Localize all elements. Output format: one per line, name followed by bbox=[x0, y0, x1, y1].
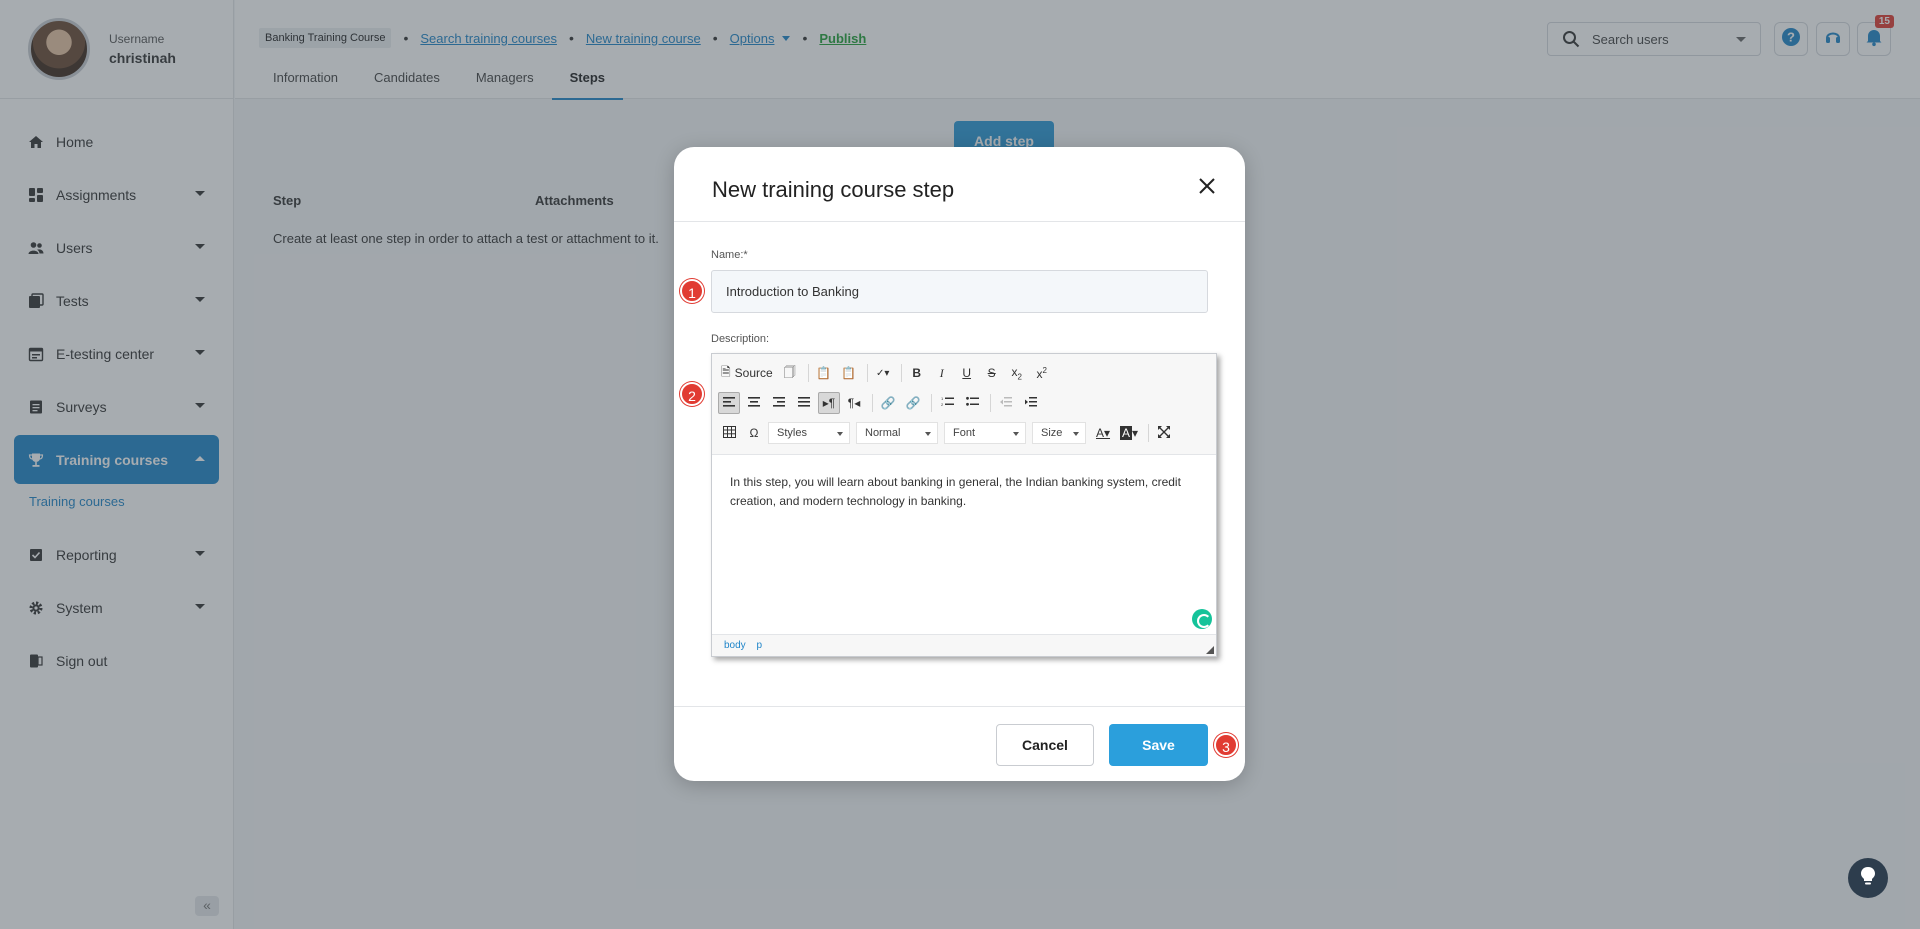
source-button[interactable]: 🗎 Source bbox=[718, 362, 776, 384]
text-color-icon: A▾ bbox=[1095, 426, 1111, 440]
table-icon bbox=[722, 425, 736, 441]
editor-element-path: body p bbox=[712, 634, 1216, 656]
save-button[interactable]: Save bbox=[1109, 724, 1208, 766]
toolbar-separator bbox=[990, 394, 991, 412]
font-select[interactable]: Font bbox=[944, 422, 1026, 444]
cancel-button[interactable]: Cancel bbox=[996, 724, 1094, 766]
align-right-button[interactable] bbox=[768, 392, 790, 414]
size-select[interactable]: Size bbox=[1032, 422, 1086, 444]
step-badge-1: 1 bbox=[680, 279, 704, 303]
styles-select[interactable]: Styles bbox=[768, 422, 850, 444]
divider bbox=[674, 706, 1245, 707]
toolbar-separator bbox=[866, 364, 868, 382]
step-badge-3: 3 bbox=[1214, 733, 1238, 757]
rtl-icon: ¶◂ bbox=[847, 396, 861, 410]
path-body[interactable]: body bbox=[724, 640, 746, 651]
bulleted-list-button[interactable] bbox=[961, 392, 983, 414]
ltr-icon: ▸¶ bbox=[822, 396, 836, 410]
bold-icon: B bbox=[912, 366, 922, 380]
toolbar-row: 🗎 Source 🗍 📋 📋 ✓▾ B I U S x2 x2 bbox=[718, 358, 1210, 388]
svg-text:1: 1 bbox=[941, 396, 944, 401]
clipboard-text-icon: 📋 bbox=[841, 366, 857, 380]
strikethrough-icon: S bbox=[987, 366, 996, 380]
special-char-button[interactable]: Ω bbox=[743, 422, 765, 444]
lightbulb-icon bbox=[1859, 866, 1877, 891]
name-label: Name:* bbox=[711, 249, 748, 261]
underline-button[interactable]: U bbox=[956, 362, 978, 384]
divider bbox=[674, 221, 1245, 222]
bulleted-list-icon bbox=[965, 396, 979, 410]
justify-button[interactable] bbox=[793, 392, 815, 414]
format-select[interactable]: Normal bbox=[856, 422, 938, 444]
superscript-icon: x2 bbox=[1036, 365, 1047, 381]
background-color-button[interactable]: A ▾ bbox=[1117, 422, 1141, 444]
unlink-button[interactable]: 🔗 bbox=[902, 392, 924, 414]
toolbar-row: Ω Styles Normal Font Size A▾ A ▾ bbox=[718, 418, 1210, 448]
close-button[interactable] bbox=[1192, 173, 1222, 203]
subscript-icon: x2 bbox=[1011, 364, 1022, 382]
align-right-icon bbox=[773, 396, 785, 410]
resize-handle[interactable] bbox=[1206, 646, 1214, 654]
description-text: In this step, you will learn about banki… bbox=[730, 475, 1181, 508]
grammarly-icon[interactable] bbox=[1192, 609, 1212, 629]
toolbar-separator bbox=[807, 364, 809, 382]
close-icon bbox=[1198, 177, 1216, 200]
toolbar-separator bbox=[931, 394, 932, 412]
italic-button[interactable]: I bbox=[931, 362, 953, 384]
indent-icon bbox=[1025, 396, 1037, 410]
align-left-icon bbox=[723, 396, 735, 410]
toolbar-row: ▸¶ ¶◂ 🔗 🔗 12 bbox=[718, 388, 1210, 418]
step-badge-2: 2 bbox=[680, 382, 704, 406]
table-button[interactable] bbox=[718, 422, 740, 444]
ltr-button[interactable]: ▸¶ bbox=[818, 392, 840, 414]
underline-icon: U bbox=[962, 366, 972, 380]
outdent-icon bbox=[1000, 396, 1012, 410]
align-left-button[interactable] bbox=[718, 392, 740, 414]
tips-button[interactable] bbox=[1848, 858, 1888, 898]
align-center-icon bbox=[748, 396, 760, 410]
unlink-icon: 🔗 bbox=[905, 396, 921, 410]
link-button[interactable]: 🔗 bbox=[877, 392, 899, 414]
superscript-button[interactable]: x2 bbox=[1031, 362, 1053, 384]
editor-content[interactable]: In this step, you will learn about banki… bbox=[712, 455, 1216, 635]
outdent-button[interactable] bbox=[995, 392, 1017, 414]
rich-text-editor: 🗎 Source 🗍 📋 📋 ✓▾ B I U S x2 x2 ▸¶ ¶◂ 🔗 … bbox=[711, 353, 1217, 657]
rtl-button[interactable]: ¶◂ bbox=[843, 392, 865, 414]
subscript-button[interactable]: x2 bbox=[1006, 362, 1028, 384]
path-p[interactable]: p bbox=[756, 640, 762, 651]
toolbar-separator bbox=[872, 394, 873, 412]
omega-icon: Ω bbox=[749, 426, 759, 440]
toolbar-separator bbox=[1148, 424, 1150, 442]
toolbar-separator bbox=[900, 364, 902, 382]
bold-button[interactable]: B bbox=[906, 362, 928, 384]
preview-icon: 🗍 bbox=[783, 364, 796, 379]
strikethrough-button[interactable]: S bbox=[981, 362, 1003, 384]
numbered-list-button[interactable]: 12 bbox=[936, 392, 958, 414]
preview-button[interactable]: 🗍 bbox=[779, 362, 801, 384]
align-center-button[interactable] bbox=[743, 392, 765, 414]
svg-text:2: 2 bbox=[941, 402, 944, 407]
spellcheck-button[interactable]: ✓▾ bbox=[872, 362, 894, 384]
justify-icon bbox=[798, 396, 810, 410]
paste-button[interactable]: 📋 bbox=[813, 362, 835, 384]
text-color-button[interactable]: A▾ bbox=[1092, 422, 1114, 444]
clipboard-icon: 📋 bbox=[816, 366, 832, 380]
italic-icon: I bbox=[939, 365, 944, 380]
description-label: Description: bbox=[711, 333, 770, 345]
indent-button[interactable] bbox=[1020, 392, 1042, 414]
editor-toolbar: 🗎 Source 🗍 📋 📋 ✓▾ B I U S x2 x2 ▸¶ ¶◂ 🔗 … bbox=[712, 354, 1216, 455]
source-label: Source bbox=[734, 366, 773, 380]
background-color-icon: A bbox=[1120, 426, 1133, 440]
chevron-down-icon: ▾ bbox=[1132, 426, 1139, 440]
maximize-icon bbox=[1158, 425, 1171, 441]
maximize-button[interactable] bbox=[1153, 422, 1175, 444]
document-icon: 🗎 bbox=[721, 364, 731, 379]
paste-text-button[interactable]: 📋 bbox=[838, 362, 860, 384]
dialog-title: New training course step bbox=[712, 177, 955, 202]
numbered-list-icon: 12 bbox=[941, 396, 954, 410]
name-input[interactable] bbox=[711, 270, 1208, 313]
new-step-dialog: New training course step Name:* 1 Descri… bbox=[674, 147, 1245, 781]
link-icon: 🔗 bbox=[880, 396, 896, 410]
spellcheck-icon: ✓▾ bbox=[875, 367, 890, 379]
